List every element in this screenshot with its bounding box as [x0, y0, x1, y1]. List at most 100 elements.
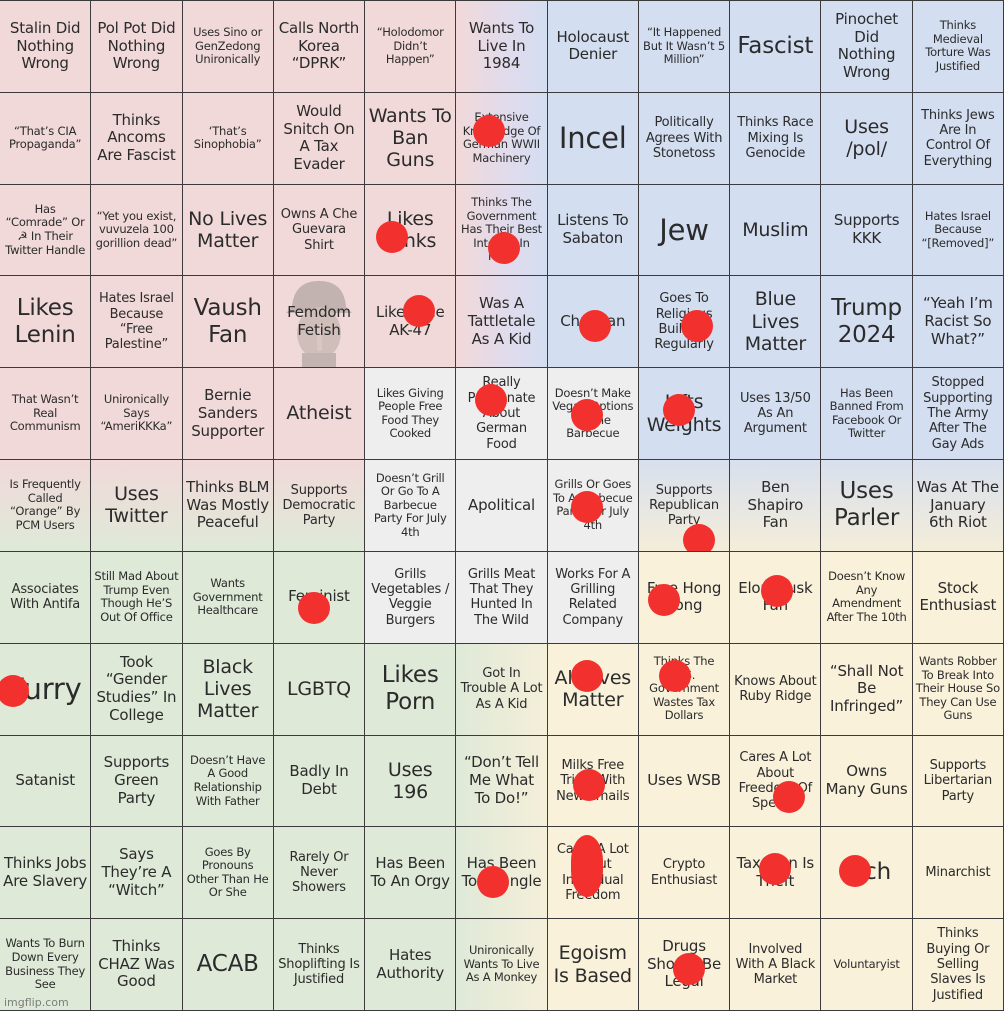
- bingo-cell-cares-a-lot-about-freedom-of-speech[interactable]: Cares A Lot About Freedom Of Speech: [730, 735, 822, 828]
- bingo-cell-thinks-jobs-are-slavery[interactable]: Thinks Jobs Are Slavery: [0, 827, 92, 920]
- bingo-cell-listens-to-sabaton[interactable]: Listens To Sabaton: [547, 184, 639, 277]
- bingo-cell-yeah-i-m-racist-so-what[interactable]: “Yeah I’m Racist So What?”: [912, 276, 1004, 369]
- bingo-cell-holodomor-didn-t-happen[interactable]: “Holodomor Didn’t Happen”: [365, 1, 457, 93]
- bingo-cell-uses-13-50-as-an-argument[interactable]: Uses 13/50 As An Argument: [730, 368, 822, 461]
- bingo-cell-pol-pot-did-nothing-wrong[interactable]: Pol Pot Did Nothing Wrong: [91, 1, 183, 93]
- bingo-cell-holocaust-denier[interactable]: Holocaust Denier: [547, 1, 639, 93]
- bingo-cell-no-lives-matter[interactable]: No Lives Matter: [182, 184, 274, 277]
- bingo-cell-hates-authority[interactable]: Hates Authority: [365, 919, 457, 1011]
- bingo-cell-lgbtq[interactable]: LGBTQ: [273, 643, 366, 736]
- bingo-cell-uses-parler[interactable]: Uses Parler: [821, 460, 913, 552]
- bingo-cell-cares-a-lot-about-individual-freedom[interactable]: Cares A Lot About Individual Freedom: [547, 827, 639, 920]
- bingo-cell-furry[interactable]: Furry: [0, 643, 92, 736]
- bingo-cell-yet-you-exist-vuvuzela-100-gorillion-dead[interactable]: “Yet you exist, vuvuzela 100 gorillion d…: [91, 184, 183, 277]
- bingo-cell-supports-green-party[interactable]: Supports Green Party: [91, 735, 183, 828]
- bingo-cell-unironically-wants-to-live-as-a-monkey[interactable]: Unironically Wants To Live As A Monkey: [456, 919, 548, 1011]
- bingo-cell-minarchist[interactable]: Minarchist: [912, 827, 1004, 920]
- bingo-cell-got-in-trouble-a-lot-as-a-kid[interactable]: Got In Trouble A Lot As A Kid: [456, 643, 548, 736]
- bingo-cell-bernie-sanders-supporter[interactable]: Bernie Sanders Supporter: [182, 368, 274, 461]
- bingo-cell-crypto-enthusiast[interactable]: Crypto Enthusiast: [638, 827, 731, 920]
- bingo-cell-associates-with-antifa[interactable]: Associates With Antifa: [0, 551, 92, 644]
- bingo-cell-stock-enthusiast[interactable]: Stock Enthusiast: [912, 551, 1004, 644]
- bingo-cell-wants-government-healthcare[interactable]: Wants Government Healthcare: [182, 551, 274, 644]
- bingo-cell-drugs-should-be-legal[interactable]: Drugs Should Be Legal: [638, 919, 731, 1011]
- bingo-cell-trump-2024[interactable]: Trump 2024: [821, 276, 913, 369]
- bingo-cell-black-lives-matter[interactable]: Black Lives Matter: [182, 643, 274, 736]
- bingo-cell-stopped-supporting-the-army-after-the-gay-ads[interactable]: Stopped Supporting The Army After The Ga…: [912, 368, 1004, 461]
- bingo-cell-extensive-knowledge-of-german-wwii-machinery[interactable]: Extensive Knowledge Of German WWII Machi…: [456, 92, 548, 185]
- bingo-cell-thinks-shoplifting-is-justified[interactable]: Thinks Shoplifting Is Justified: [273, 919, 366, 1011]
- bingo-cell-badly-in-debt[interactable]: Badly In Debt: [273, 735, 366, 828]
- bingo-cell-doesn-t-know-any-amendment-after-the-10th[interactable]: Doesn’t Know Any Amendment After The 10t…: [821, 551, 913, 644]
- bingo-cell-supports-republican-party[interactable]: Supports Republican Party: [638, 460, 731, 552]
- bingo-cell-incel[interactable]: Incel: [547, 92, 639, 185]
- bingo-cell-femdom-fetish[interactable]: Femdom Fetish: [273, 276, 366, 369]
- bingo-cell-uses-twitter[interactable]: Uses Twitter: [91, 460, 183, 552]
- bingo-cell-is-frequently-called-orange-by-pcm-users[interactable]: Is Frequently Called “Orange” By PCM Use…: [0, 460, 92, 552]
- bingo-cell-wants-to-ban-guns[interactable]: Wants To Ban Guns: [365, 92, 457, 185]
- bingo-cell-satanist[interactable]: Satanist: [0, 735, 92, 828]
- bingo-cell-thinks-the-government-has-their-best-interest-in-mind[interactable]: Thinks The Government Has Their Best Int…: [456, 184, 548, 277]
- bingo-cell-thinks-chaz-was-good[interactable]: Thinks CHAZ Was Good: [91, 919, 183, 1011]
- bingo-cell-stalin-did-nothing-wrong[interactable]: Stalin Did Nothing Wrong: [0, 1, 92, 93]
- bingo-cell-uses-wsb[interactable]: Uses WSB: [638, 735, 731, 828]
- bingo-cell-free-hong-kong[interactable]: Free Hong Kong: [638, 551, 731, 644]
- bingo-cell-rich[interactable]: Rich: [821, 827, 913, 920]
- bingo-cell-thinks-the-u-s-government-wastes-tax-dollars[interactable]: Thinks The U.S. Government Wastes Tax Do…: [638, 643, 731, 736]
- bingo-cell-milks-free-trials-with-new-emails[interactable]: Milks Free Trials With New Emails: [547, 735, 639, 828]
- bingo-cell-wants-to-live-in-1984[interactable]: Wants To Live In 1984: [456, 1, 548, 93]
- bingo-cell-that-s-sinophobia[interactable]: ‘That’s Sinophobia”: [182, 92, 274, 185]
- bingo-cell-apolitical[interactable]: Apolitical: [456, 460, 548, 552]
- bingo-cell-likes-porn[interactable]: Likes Porn: [365, 643, 457, 736]
- bingo-cell-really-passionate-about-german-food[interactable]: Really Passionate About German Food: [456, 368, 548, 461]
- bingo-cell-likes-tanks[interactable]: Likes Tanks: [365, 184, 457, 277]
- bingo-cell-thinks-buying-or-selling-slaves-is-justified[interactable]: Thinks Buying Or Selling Slaves Is Justi…: [912, 919, 1004, 1011]
- bingo-cell-supports-libertarian-party[interactable]: Supports Libertarian Party: [912, 735, 1004, 828]
- bingo-cell-unironically-says-amerikkka[interactable]: Unironically Says “AmeriKKKa”: [91, 368, 183, 461]
- bingo-cell-ben-shapiro-fan[interactable]: Ben Shapiro Fan: [730, 460, 822, 552]
- bingo-cell-acab[interactable]: ACAB: [182, 919, 274, 1011]
- bingo-cell-lifts-weights[interactable]: Lifts Weights: [638, 368, 731, 461]
- bingo-cell-uses-sino-or-genzedong-unironically[interactable]: Uses Sino or GenZedong Unironically: [182, 1, 274, 93]
- bingo-cell-shall-not-be-infringed[interactable]: “Shall Not Be Infringed”: [821, 643, 913, 736]
- bingo-cell-still-mad-about-trump-even-though-he-s-out-of-office[interactable]: Still Mad About Trump Even Though He’S O…: [91, 551, 183, 644]
- bingo-cell-hates-israel-because-free-palestine[interactable]: Hates Israel Because “Free Palestine”: [91, 276, 183, 369]
- bingo-cell-don-t-tell-me-what-to-do[interactable]: “Don’t Tell Me What To Do!”: [456, 735, 548, 828]
- bingo-cell-has-been-banned-from-facebook-or-twitter[interactable]: Has Been Banned From Facebook Or Twitter: [821, 368, 913, 461]
- bingo-cell-grills-or-goes-to-a-barbecue-party-for-july-4th[interactable]: Grills Or Goes To A Barbecue Party For J…: [547, 460, 639, 552]
- bingo-cell-doesn-t-have-a-good-relationship-with-father[interactable]: Doesn’t Have A Good Relationship With Fa…: [182, 735, 274, 828]
- bingo-cell-it-happened-but-it-wasn-t-5-million[interactable]: “It Happened But It Wasn’t 5 Million”: [638, 1, 731, 93]
- bingo-cell-thinks-medieval-torture-was-justified[interactable]: Thinks Medieval Torture Was Justified: [912, 1, 1004, 93]
- bingo-cell-owns-many-guns[interactable]: Owns Many Guns: [821, 735, 913, 828]
- bingo-cell-likes-lenin[interactable]: Likes Lenin: [0, 276, 92, 369]
- bingo-cell-blue-lives-matter[interactable]: Blue Lives Matter: [730, 276, 822, 369]
- bingo-cell-thinks-ancoms-are-fascist[interactable]: Thinks Ancoms Are Fascist: [91, 92, 183, 185]
- bingo-cell-supports-democratic-party[interactable]: Supports Democratic Party: [273, 460, 366, 552]
- bingo-cell-vaush-fan[interactable]: Vaush Fan: [182, 276, 274, 369]
- bingo-cell-was-a-tattletale-as-a-kid[interactable]: Was A Tattletale As A Kid: [456, 276, 548, 369]
- bingo-cell-knows-about-ruby-ridge[interactable]: Knows About Ruby Ridge: [730, 643, 822, 736]
- bingo-cell-rarely-or-never-showers[interactable]: Rarely Or Never Showers: [273, 827, 366, 920]
- bingo-cell-taxation-is-theft[interactable]: Taxation Is Theft: [730, 827, 822, 920]
- bingo-cell-works-for-a-grilling-related-company[interactable]: Works For A Grilling Related Company: [547, 551, 639, 644]
- bingo-cell-fascist[interactable]: Fascist: [730, 1, 822, 93]
- bingo-cell-grills-vegetables-veggie-burgers[interactable]: Grills Vegetables / Veggie Burgers: [365, 551, 457, 644]
- bingo-cell-likes-the-ak-47[interactable]: Likes The AK-47: [365, 276, 457, 369]
- bingo-cell-would-snitch-on-a-tax-evader[interactable]: Would Snitch On A Tax Evader: [273, 92, 366, 185]
- bingo-cell-feminist[interactable]: Feminist: [273, 551, 366, 644]
- bingo-cell-muslim[interactable]: Muslim: [730, 184, 822, 277]
- bingo-cell-likes-giving-people-free-food-they-cooked[interactable]: Likes Giving People Free Food They Cooke…: [365, 368, 457, 461]
- bingo-cell-hates-israel-because-removed[interactable]: Hates Israel Because “[Removed]”: [912, 184, 1004, 277]
- bingo-cell-has-been-to-a-jungle[interactable]: Has Been To A Jungle: [456, 827, 548, 920]
- bingo-cell-doesn-t-grill-or-go-to-a-barbecue-party-for-july-4th[interactable]: Doesn’t Grill Or Go To A Barbecue Party …: [365, 460, 457, 552]
- bingo-cell-pinochet-did-nothing-wrong[interactable]: Pinochet Did Nothing Wrong: [821, 1, 913, 93]
- bingo-cell-thinks-jews-are-in-control-of-everything[interactable]: Thinks Jews Are In Control Of Everything: [912, 92, 1004, 185]
- bingo-cell-uses-196[interactable]: Uses 196: [365, 735, 457, 828]
- bingo-cell-that-wasn-t-real-communism[interactable]: That Wasn’t Real Communism: [0, 368, 92, 461]
- bingo-cell-elon-musk-fan[interactable]: Elon Musk Fan: [730, 551, 822, 644]
- bingo-cell-supports-kkk[interactable]: Supports KKK: [821, 184, 913, 277]
- bingo-cell-grills-meat-that-they-hunted-in-the-wild[interactable]: Grills Meat That They Hunted In The Wild: [456, 551, 548, 644]
- bingo-cell-owns-a-che-guevara-shirt[interactable]: Owns A Che Guevara Shirt: [273, 184, 366, 277]
- bingo-cell-thinks-blm-was-mostly-peaceful[interactable]: Thinks BLM Was Mostly Peaceful: [182, 460, 274, 552]
- bingo-cell-was-at-the-january-6th-riot[interactable]: Was At The January 6th Riot: [912, 460, 1004, 552]
